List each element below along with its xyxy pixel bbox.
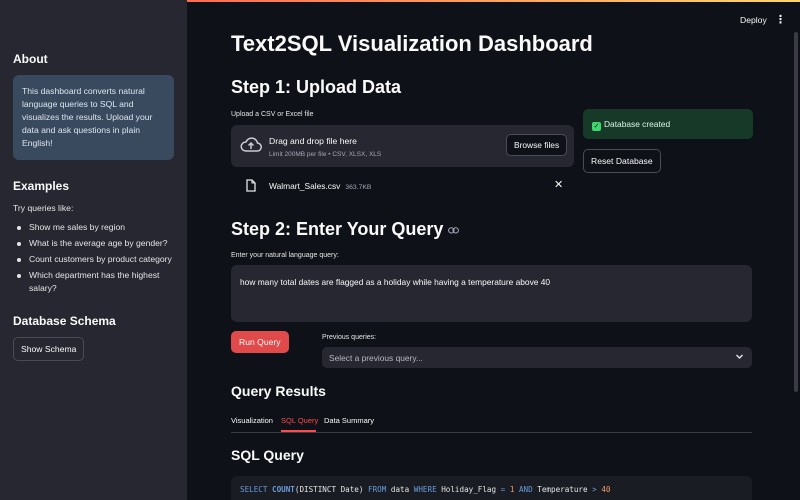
step2-heading-text: Step 2: Enter Your Query [231, 219, 444, 239]
results-tabs: Visualization SQL Query Data Summary [231, 414, 752, 433]
query-label: Enter your natural language query: [231, 252, 339, 259]
file-name-text: Walmart_Sales.csv [269, 181, 341, 191]
success-text: Database created [604, 119, 671, 129]
sql-token: > [592, 485, 597, 494]
tab-sql-query[interactable]: SQL Query [281, 416, 318, 425]
example-item: Show me sales by region [13, 221, 174, 234]
sql-token: Holiday_Flag [441, 485, 497, 494]
main-content: Text2SQL Visualization Dashboard Step 1:… [231, 0, 753, 500]
previous-queries-select[interactable]: Select a previous query... [322, 347, 752, 368]
tab-visualization[interactable]: Visualization [231, 416, 273, 425]
sql-code-block: SELECT COUNT(DISTINCT Date) FROM data WH… [231, 476, 752, 500]
query-textarea[interactable]: how many total dates are flagged as a ho… [231, 265, 752, 322]
select-placeholder: Select a previous query... [329, 353, 423, 363]
sidebar: About This dashboard converts natural la… [0, 0, 187, 500]
about-heading: About [13, 52, 48, 66]
previous-queries-label: Previous queries: [322, 334, 377, 341]
database-schema-heading: Database Schema [13, 314, 116, 328]
try-queries-text: Try queries like: [13, 203, 74, 213]
drag-drop-text: Drag and drop file here [269, 136, 357, 146]
uploaded-file-name: Walmart_Sales.csv 363.7KB [269, 181, 371, 191]
sql-token: (DISTINCT Date) [294, 485, 364, 494]
example-item: What is the average age by gender? [13, 237, 174, 250]
query-results-heading: Query Results [231, 383, 326, 399]
file-icon [246, 179, 256, 197]
active-tab-indicator [281, 430, 316, 432]
sql-token: 1 [509, 485, 515, 494]
check-icon: ✓ [592, 122, 601, 131]
scrollbar[interactable] [794, 32, 798, 392]
page-title: Text2SQL Visualization Dashboard [231, 31, 593, 56]
sql-token: FROM [368, 485, 387, 494]
example-item: Which department has the highest salary? [13, 269, 174, 295]
example-item: Count customers by product category [13, 253, 174, 266]
examples-heading: Examples [13, 179, 70, 193]
browse-files-button[interactable]: Browse files [506, 134, 568, 156]
remove-file-icon[interactable]: ✕ [554, 178, 563, 191]
upload-limit-text: Limit 200MB per file • CSV, XLSX, XLS [269, 151, 382, 158]
step1-heading: Step 1: Upload Data [231, 77, 402, 97]
sql-token: data [390, 485, 410, 494]
chevron-down-icon [735, 352, 744, 363]
about-info-box: This dashboard converts natural language… [13, 75, 174, 160]
reset-database-button[interactable]: Reset Database [583, 149, 661, 173]
examples-list: Show me sales by region What is the aver… [13, 221, 174, 295]
cloud-upload-icon [240, 137, 262, 158]
file-size: 363.7KB [345, 184, 372, 191]
sql-token: AND [518, 485, 533, 494]
sql-token: WHERE [413, 485, 437, 494]
kebab-menu-icon[interactable]: ⋮ [775, 13, 786, 26]
sql-token: Temperature [537, 485, 588, 494]
sql-token: = [500, 485, 506, 494]
file-dropzone[interactable]: Drag and drop file here Limit 200MB per … [231, 125, 574, 167]
upload-label: Upload a CSV or Excel file [231, 111, 314, 118]
sql-token: COUNT [272, 485, 295, 494]
success-alert: ✓ Database created [583, 109, 753, 139]
sql-query-heading: SQL Query [231, 447, 304, 463]
sql-token: SELECT [240, 485, 268, 494]
step2-heading: Step 2: Enter Your Query [231, 218, 460, 240]
tab-data-summary[interactable]: Data Summary [324, 416, 374, 425]
run-query-button[interactable]: Run Query [231, 331, 289, 353]
show-schema-button[interactable]: Show Schema [13, 337, 85, 361]
anchor-link-icon[interactable] [448, 218, 460, 239]
sql-token: 40 [601, 485, 611, 494]
